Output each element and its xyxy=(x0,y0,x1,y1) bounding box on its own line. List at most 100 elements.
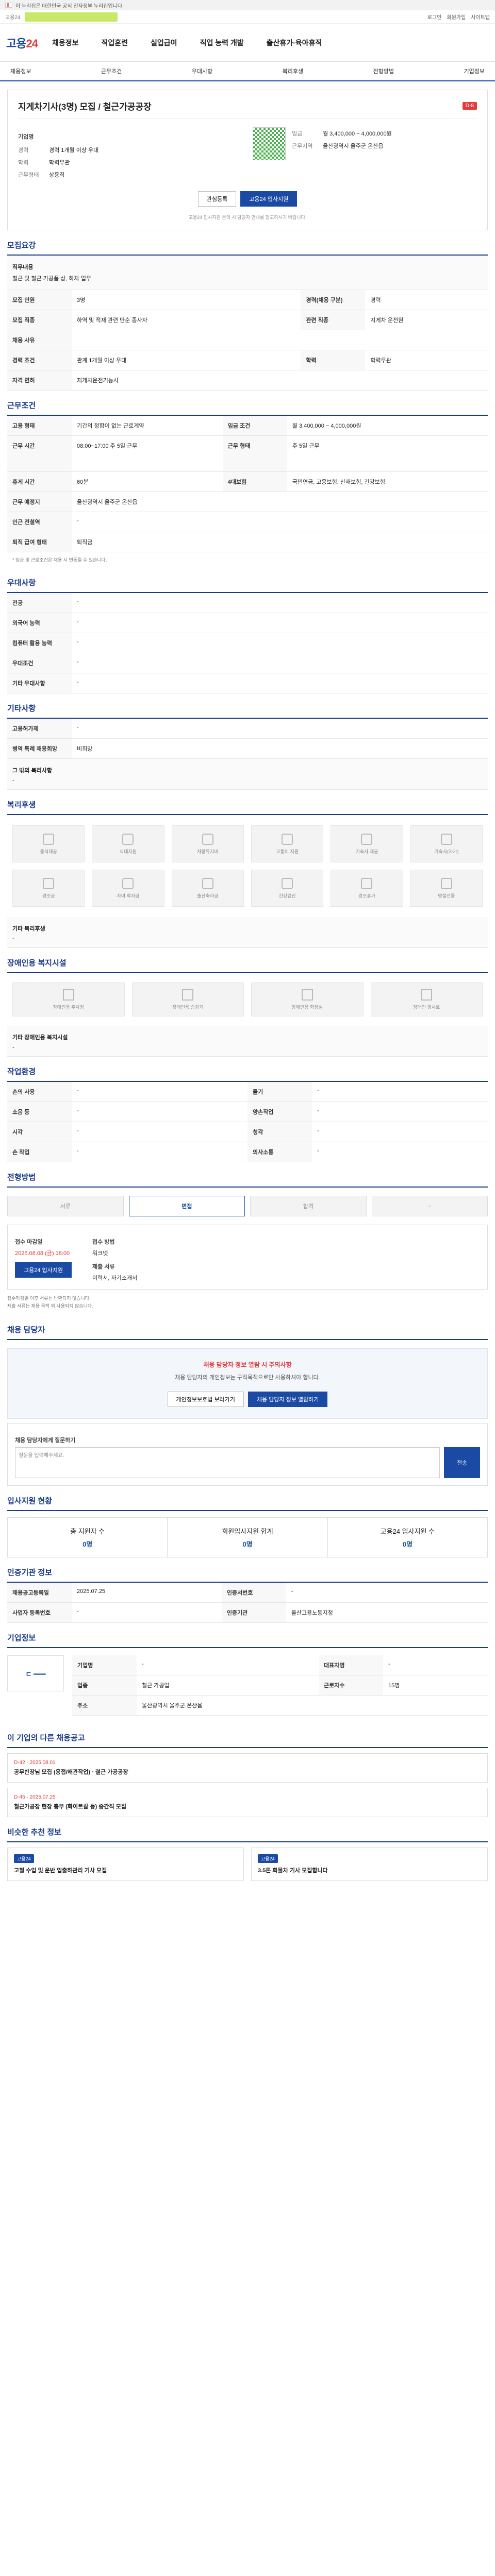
process-section: 전형방법 서류 면접 합격 - 접수 마감일 2025.08.08 (금) 18… xyxy=(7,1172,488,1315)
qa-box: 채용 담당자에게 질문하기 질문을 입력해주세요. 전송 xyxy=(7,1423,488,1486)
recruit-table: 모집 인원 3명 경력(채용 구분) 경력 모집 직종 하역 및 적재 관련 단순 종사… xyxy=(7,290,488,391)
cell: 국민연금, 고용보험, 산재보험, 건강보험 xyxy=(287,471,488,492)
qa-send-button[interactable]: 전송 xyxy=(444,1447,480,1479)
table-row: 모집 직종 하역 및 적재 관련 단순 종사자 관련 직종 지게차 운전원 xyxy=(7,310,488,330)
subnav-conditions[interactable]: 근무조건 xyxy=(97,67,126,75)
cell: 관련 직종 xyxy=(301,310,366,330)
region-label: 근무지역 xyxy=(292,143,313,149)
welfare-label: 자녀 학자금 xyxy=(117,893,140,899)
cell: - xyxy=(72,633,488,654)
dday-badge: D-8 xyxy=(462,102,477,110)
sitemap-link[interactable]: 사이트맵 xyxy=(471,13,490,21)
nav-item-skills[interactable]: 직업 능력 개발 xyxy=(200,38,244,48)
stat-value: 0명 xyxy=(82,1540,93,1549)
recommend-title-text: 3.5톤 화물차 기사 모집합니다 xyxy=(258,1868,328,1874)
cell: 퇴직 급여 형태 xyxy=(7,532,72,552)
cell: 15명 xyxy=(383,1675,488,1696)
cell: 병역 특례 채용희망 xyxy=(7,738,72,759)
cell: 비희망 xyxy=(72,738,488,759)
login-link[interactable]: 로그인 xyxy=(427,13,442,21)
table-row: 주소 울산광역시 울주군 온산읍 xyxy=(72,1695,488,1716)
stat-item: 고용24 입사지원 수 0명 xyxy=(328,1518,487,1557)
recommend-card[interactable]: 고용24 고철 수입 및 운반 입출하관리 기사 모집 xyxy=(7,1848,244,1882)
nav-item-training[interactable]: 직업훈련 xyxy=(102,38,128,48)
apply-button[interactable]: 고용24 입사지원 xyxy=(240,191,298,207)
recommend-section: 비슷한 추천 정보 고용24 고철 수입 및 운반 입출하관리 기사 모집 고용2… xyxy=(7,1826,488,1882)
subnav-company[interactable]: 기업정보 xyxy=(459,67,488,75)
privacy-law-button[interactable]: 개인정보보호법 보러가기 xyxy=(167,1392,244,1408)
subnav-welfare[interactable]: 복리후생 xyxy=(278,67,307,75)
nav-item-leave[interactable]: 출산휴가·육아휴직 xyxy=(267,38,322,48)
header: 고용24 채용정보 직업훈련 실업급여 직업 능력 개발 출산휴가·육아휴직 xyxy=(0,24,495,62)
company-label: 기업명 xyxy=(18,134,34,140)
info-section: 인증기관 정보 채용공고등록일 2025.07.25 인증서번호 - 사업자 등록번호… xyxy=(7,1567,488,1623)
cell: 인근 전철역 xyxy=(7,512,72,532)
cell: 우대조건 xyxy=(7,653,72,674)
cell: 소음 등 xyxy=(7,1101,72,1123)
submit-label: 제출 서류 xyxy=(92,1264,115,1270)
table-row: 기업명 - 대표자명 - xyxy=(72,1655,488,1676)
main-nav: 채용정보 직업훈련 실업급여 직업 능력 개발 출산휴가·육아휴직 xyxy=(52,38,322,48)
workplace-table: 손의 사용 - 들기 - 소음 등 - 양손작업 - 시각 - 청각 - 손 작업 - 의사소통 - xyxy=(7,1082,488,1163)
cell: 인증서번호 xyxy=(221,1583,286,1603)
site-logo[interactable]: 고용24 xyxy=(6,35,38,51)
deadline-label: 접수 마감일 xyxy=(15,1239,43,1246)
disability-section: 장애인용 복지시설 장애인용 주차장 장애인용 승강기 장애인용 화장실 장애인… xyxy=(7,957,488,1057)
cell: 컴퓨터 활용 능력 xyxy=(7,633,72,654)
disability-label: 장애인 경사로 xyxy=(413,1004,440,1010)
table-row: 채용공고등록일 2025.07.25 인증서번호 - xyxy=(7,1583,488,1603)
elevator-icon xyxy=(182,989,194,1001)
cell: 청각 xyxy=(248,1122,312,1143)
nav-item-unemployment[interactable]: 실업급여 xyxy=(151,38,177,48)
cell: 자격 면허 xyxy=(7,370,72,391)
cell: 휴게 시간 xyxy=(7,471,72,492)
other-table: 고용허가제 - 병역 특례 채용희망 비희망 xyxy=(7,719,488,759)
book-icon xyxy=(122,877,134,889)
signup-link[interactable]: 회원가입 xyxy=(447,13,466,21)
cell: 대표자명 xyxy=(318,1655,383,1676)
nav-item-jobs[interactable]: 채용정보 xyxy=(52,38,79,48)
subnav-recruit[interactable]: 채용정보 xyxy=(6,67,35,75)
cell: 08:00~17:00 주 5일 근무 xyxy=(72,435,223,472)
workplace-section: 작업환경 손의 사용 - 들기 - 소음 등 - 양손작업 - 시각 - 청각 - 손 작업 - 의사… xyxy=(7,1066,488,1163)
cell: 경력 xyxy=(365,290,488,310)
cell xyxy=(72,330,488,350)
stats-box: 총 지원자 수 0명 회원입사지원 합계 0명 고용24 입사지원 수 0명 xyxy=(7,1517,488,1558)
ramp-icon xyxy=(421,989,433,1001)
job-title: 지게차기사(3명) 모집 / 철근가공공장 xyxy=(18,102,152,112)
welfare-item: 식대지원 xyxy=(92,825,164,863)
cell: - xyxy=(312,1101,488,1123)
promo-area: 고용24 xyxy=(5,12,118,22)
stat-item: 총 지원자 수 0명 xyxy=(8,1518,168,1557)
parking-icon xyxy=(62,989,74,1001)
recommend-badge: 고용24 xyxy=(258,1854,278,1863)
promo-banner[interactable] xyxy=(24,12,118,22)
cell: 60분 xyxy=(72,471,223,492)
job-card[interactable]: D-45 · 2025.07.25 철근가공장 현장 총무 (화이트칼 등) 중간… xyxy=(7,1788,488,1818)
stat-value: 0명 xyxy=(242,1540,253,1549)
health-icon xyxy=(282,877,293,889)
save-job-button[interactable]: 관심등록 xyxy=(197,191,237,207)
cell: 울산고용노동지청 xyxy=(286,1602,488,1623)
sub-nav: 채용정보 근무조건 우대사항 복리후생 전형방법 기업정보 xyxy=(0,62,495,81)
qa-textarea[interactable]: 질문을 입력해주세요. xyxy=(15,1447,440,1479)
subnav-pref[interactable]: 우대사항 xyxy=(188,67,217,75)
table-row: 퇴직 급여 형태 퇴직금 xyxy=(7,532,488,552)
apply-button-2[interactable]: 고용24 입사지원 xyxy=(15,1262,72,1278)
wage-label: 임금 xyxy=(292,131,303,137)
conditions-section: 근무조건 고용 형태 기간의 정함이 없는 근로계약 임금 조건 월 3,400,00… xyxy=(7,400,488,568)
gov-banner-text: 이 누리집은 대한민국 공식 전자정부 누리집입니다. xyxy=(15,3,124,9)
table-row: 컴퓨터 활용 능력 - xyxy=(7,633,488,654)
view-contact-button[interactable]: 채용 담당자 정보 열람하기 xyxy=(248,1392,328,1408)
job-card[interactable]: D-42 · 2025.08.01 공무반장님 모집 (용접/배관작업) · 철근… xyxy=(7,1753,488,1783)
apply-info: 접수 마감일 2025.08.08 (금) 18:00 고용24 입사지원 접수… xyxy=(7,1225,488,1290)
duty-value: 철근 및 철근 가공품 상, 하차 업무 xyxy=(12,276,91,282)
subnav-process[interactable]: 전형방법 xyxy=(369,67,398,75)
recommend-card[interactable]: 고용24 3.5톤 화물차 기사 모집합니다 xyxy=(251,1848,488,1882)
qa-label: 채용 담당자에게 질문하기 xyxy=(15,1437,76,1444)
recommend-cards: 고용24 고철 수입 및 운반 입출하관리 기사 모집 고용24 3.5톤 화물차 … xyxy=(7,1848,488,1882)
disability-item: 장애인 경사로 xyxy=(370,982,483,1017)
cell: 하역 및 적재 관련 단순 종사자 xyxy=(72,310,301,330)
other-input-label: 그 밖의 복리사항 xyxy=(12,768,52,774)
welfare-item: 명절선물 xyxy=(410,870,483,907)
